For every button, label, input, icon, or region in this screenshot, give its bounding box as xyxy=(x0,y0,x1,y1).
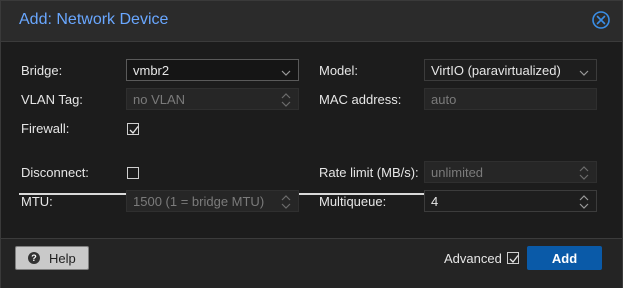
chevron-down-icon[interactable] xyxy=(579,65,589,76)
spinner-icon[interactable] xyxy=(579,165,589,181)
add-button-label: Add xyxy=(551,251,578,266)
disconnect-label: Disconnect: xyxy=(21,165,89,180)
dialog-footer: ? Help Advanced Add xyxy=(1,238,622,288)
question-circle-icon: ? xyxy=(28,252,40,264)
firewall-label: Firewall: xyxy=(21,121,70,136)
spinner-icon[interactable] xyxy=(281,92,291,108)
mac-address-label: MAC address: xyxy=(319,92,402,107)
multiqueue-field[interactable]: 4 xyxy=(424,190,597,212)
rate-limit-field[interactable]: unlimited xyxy=(424,161,597,183)
help-button[interactable]: ? Help xyxy=(15,246,89,270)
model-select[interactable]: VirtIO (paravirtualized) xyxy=(424,59,597,81)
help-button-label: Help xyxy=(49,251,76,266)
bridge-value: vmbr2 xyxy=(133,63,170,78)
mtu-label: MTU: xyxy=(21,194,53,209)
close-icon[interactable] xyxy=(592,11,610,29)
rate-limit-label: Rate limit (MB/s): xyxy=(319,165,419,180)
chevron-down-icon[interactable] xyxy=(281,65,291,76)
disconnect-checkbox[interactable] xyxy=(127,167,139,179)
mtu-placeholder: 1500 (1 = bridge MTU) xyxy=(133,194,265,209)
dialog-titlebar: Add: Network Device xyxy=(1,1,622,42)
model-label: Model: xyxy=(319,63,359,78)
spinner-icon[interactable] xyxy=(579,194,589,210)
vlan-tag-field[interactable]: no VLAN xyxy=(126,88,299,110)
multiqueue-value: 4 xyxy=(431,194,439,209)
dialog-title: Add: Network Device xyxy=(19,11,169,28)
advanced-label: Advanced xyxy=(444,251,502,266)
spinner-icon[interactable] xyxy=(281,194,291,210)
bridge-select[interactable]: vmbr2 xyxy=(126,59,299,81)
vlan-tag-label: VLAN Tag: xyxy=(21,92,83,107)
checkmark-icon xyxy=(129,126,139,134)
dialog-body: Bridge: vmbr2 Model: VirtIO (paravirtual… xyxy=(1,42,622,238)
firewall-checkbox[interactable] xyxy=(127,123,139,135)
add-network-device-dialog: Add: Network Device Bridge: vmbr2 Model:… xyxy=(0,0,623,288)
mac-address-placeholder: auto xyxy=(431,92,457,107)
model-value: VirtIO (paravirtualized) xyxy=(431,63,561,78)
multiqueue-label: Multiqueue: xyxy=(319,194,387,209)
bridge-label: Bridge: xyxy=(21,63,63,78)
rate-limit-placeholder: unlimited xyxy=(431,165,484,180)
add-button[interactable]: Add xyxy=(527,246,602,270)
vlan-tag-placeholder: no VLAN xyxy=(133,92,186,107)
advanced-checkbox[interactable] xyxy=(507,252,519,264)
mtu-field[interactable]: 1500 (1 = bridge MTU) xyxy=(126,190,299,212)
checkmark-icon xyxy=(509,255,519,263)
mac-address-field[interactable]: auto xyxy=(424,88,597,110)
